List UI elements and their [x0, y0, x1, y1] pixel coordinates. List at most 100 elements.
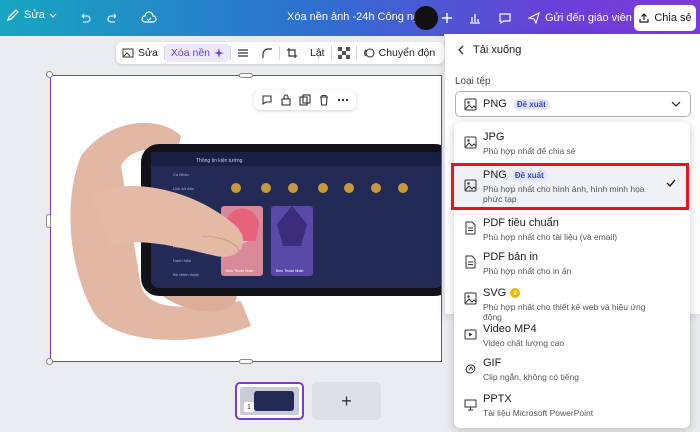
- video-icon: [464, 329, 476, 339]
- lines-icon: [238, 49, 248, 57]
- game-menu-item: Danh hiệu: [173, 258, 191, 263]
- top-bar: Sửa Xóa nền ảnh -24h Công nghệ Gửi đến g…: [0, 0, 700, 36]
- chevron-left-icon[interactable]: [457, 45, 465, 55]
- checkerboard-icon: [337, 47, 350, 59]
- image-edit-icon: [122, 48, 134, 58]
- send-to-teacher-button[interactable]: Gửi đến giáo viên: [520, 7, 640, 29]
- add-collaborator-icon[interactable]: [438, 9, 456, 27]
- option-title: JPG: [483, 131, 505, 143]
- option-description: Phù hợp nhất để chia sẻ: [483, 146, 576, 156]
- resize-handle-left[interactable]: [46, 214, 51, 228]
- crop-button[interactable]: [280, 42, 304, 64]
- option-description: Phù hợp nhất cho tài liệu (và email): [483, 232, 618, 242]
- animate-button[interactable]: Chuyển độn: [357, 42, 442, 64]
- edit-menu-label: Sửa: [24, 9, 45, 21]
- hero-card-label: Bình Thuận Nhấn: [276, 269, 303, 273]
- sparkle-icon: [214, 48, 224, 58]
- share-button[interactable]: Chia sẻ: [634, 5, 696, 31]
- cloud-saved-icon[interactable]: [140, 9, 158, 27]
- redo-icon[interactable]: [104, 9, 122, 27]
- file-type-option-mp4[interactable]: Video MP4 Video chất lượng cao: [454, 318, 690, 352]
- remove-background-label: Xóa nền: [170, 47, 210, 59]
- file-type-option-gif[interactable]: GIF Clip ngắn, không có tiếng: [454, 352, 690, 386]
- image-icon: [464, 136, 476, 148]
- page-thumbnail-preview: 1: [240, 387, 299, 415]
- chevron-down-icon: [49, 13, 57, 18]
- resize-handle-top-left[interactable]: [46, 71, 53, 78]
- option-description: Clip ngắn, không có tiếng: [483, 372, 579, 382]
- corner-icon: [262, 48, 272, 58]
- analytics-icon[interactable]: [466, 9, 484, 27]
- option-description: Phù hợp nhất cho in ấn: [483, 266, 572, 276]
- option-title: PDF bản in: [483, 251, 539, 263]
- border-style-button[interactable]: [231, 42, 255, 64]
- option-title: Video MP4: [483, 323, 537, 335]
- animate-label: Chuyển độn: [378, 47, 436, 59]
- more-options-icon[interactable]: [337, 94, 349, 106]
- gif-icon: [465, 363, 475, 373]
- corner-rounding-button[interactable]: [255, 42, 279, 64]
- option-title: PDF tiêu chuẩn: [483, 217, 559, 229]
- png-option-highlight: [451, 163, 689, 210]
- file-type-option-svg[interactable]: SVG ♛ Phù hợp nhất cho thiết kế web và h…: [454, 282, 690, 322]
- presentation-icon: [464, 399, 476, 410]
- document-title[interactable]: Xóa nền ảnh -24h Công nghệ: [287, 11, 431, 23]
- option-title: PPTX: [483, 393, 512, 405]
- file-type-option-jpg[interactable]: JPG Phù hợp nhất để chia sẻ: [454, 126, 690, 160]
- recommended-badge: Đề xuất: [512, 98, 550, 110]
- resize-handle-top[interactable]: [239, 73, 253, 78]
- avatar[interactable]: [414, 6, 438, 30]
- edit-menu-button[interactable]: Sửa: [6, 8, 57, 22]
- file-type-select[interactable]: PNG Đề xuất: [455, 91, 691, 117]
- pencil-icon: [6, 9, 19, 22]
- option-description: Tài liệu Microsoft PowerPoint: [483, 408, 594, 418]
- resize-handle-bottom-left[interactable]: [46, 358, 53, 365]
- image-icon: [464, 292, 476, 304]
- resize-handle-bottom[interactable]: [239, 359, 253, 364]
- option-title: GIF: [483, 357, 502, 369]
- document-icon: [465, 255, 476, 269]
- send-to-teacher-label: Gửi đến giáo viên: [545, 12, 632, 24]
- hand-holding-phone-image[interactable]: Thông tin kiện tướng Cá Nhân Lịch sử đấu…: [51, 76, 442, 362]
- flip-button[interactable]: Lật: [304, 42, 331, 64]
- page-number: 1: [244, 402, 254, 412]
- comment-icon[interactable]: [496, 9, 514, 27]
- game-menu-item: Bộ chiến thuật: [173, 272, 199, 277]
- add-page-button[interactable]: +: [312, 382, 381, 420]
- remove-background-button[interactable]: Xóa nền: [164, 44, 230, 62]
- download-panel-title: Tải xuống: [473, 44, 522, 56]
- upload-icon: [639, 13, 649, 23]
- undo-icon[interactable]: [76, 9, 94, 27]
- lock-icon[interactable]: [280, 94, 292, 106]
- hero-card-label: Bình Thuận Nhấn: [226, 269, 253, 273]
- animate-icon: [363, 48, 375, 58]
- share-label: Chia sẻ: [654, 12, 692, 24]
- crown-icon: ♛: [510, 288, 521, 298]
- page-thumbnail[interactable]: 1: [235, 382, 304, 420]
- crop-icon: [287, 48, 297, 58]
- element-floating-toolbar: [254, 90, 356, 110]
- transparency-button[interactable]: [332, 42, 356, 64]
- trash-icon[interactable]: [318, 94, 330, 106]
- file-type-option-pdf-standard[interactable]: PDF tiêu chuẩn Phù hợp nhất cho tài liệu…: [454, 212, 690, 246]
- file-type-option-pptx[interactable]: PPTX Tài liệu Microsoft PowerPoint: [454, 388, 690, 422]
- document-icon: [465, 221, 476, 235]
- game-header-text: Thông tin kiện tướng: [196, 158, 243, 164]
- chevron-down-icon: [671, 101, 681, 107]
- file-type-selected-value: PNG: [483, 98, 507, 110]
- file-type-label: Loại tệp: [455, 76, 491, 87]
- option-description: Video chất lượng cao: [483, 338, 565, 348]
- design-canvas[interactable]: Thông tin kiện tướng Cá Nhân Lịch sử đấu…: [50, 75, 442, 362]
- comment-add-icon[interactable]: [261, 94, 273, 106]
- download-panel-header: Tải xuống: [457, 44, 521, 56]
- game-menu-item: Cá Nhân: [173, 172, 189, 177]
- flip-label: Lật: [310, 47, 325, 59]
- option-title: SVG: [483, 287, 507, 299]
- context-toolbar: Sửa Xóa nền Lật Chuyển độn: [116, 42, 444, 64]
- duplicate-icon[interactable]: [299, 94, 311, 106]
- edit-image-button[interactable]: Sửa: [116, 42, 164, 64]
- image-icon: [464, 98, 477, 110]
- file-type-option-pdf-print[interactable]: PDF bản in Phù hợp nhất cho in ấn: [454, 246, 690, 280]
- edit-image-label: Sửa: [138, 47, 158, 59]
- game-menu-item: Lịch sử đấu: [173, 186, 194, 191]
